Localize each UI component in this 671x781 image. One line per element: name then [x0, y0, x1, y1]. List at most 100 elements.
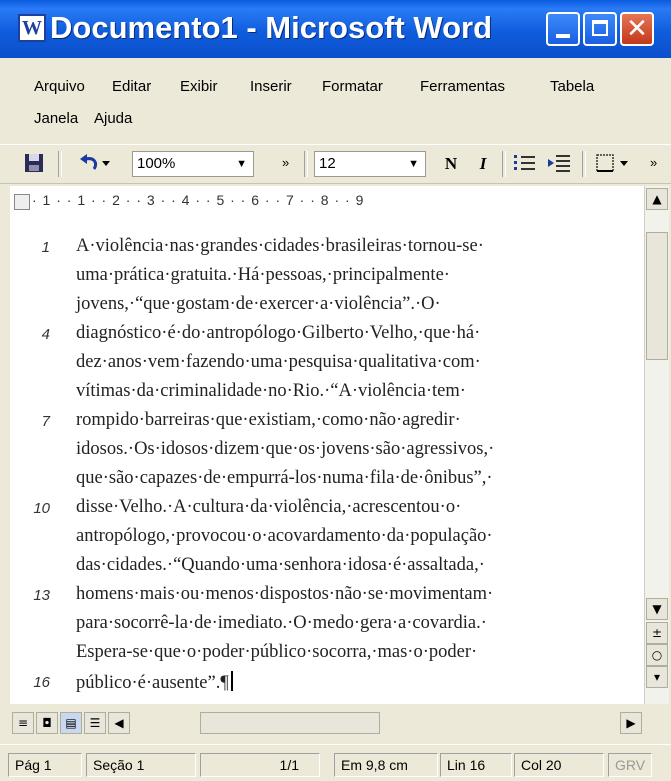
- close-icon: ✕: [626, 14, 648, 44]
- menu-janela[interactable]: Janela: [34, 110, 78, 127]
- toolbar-options-icon[interactable]: »: [282, 151, 300, 177]
- text-line[interactable]: para·socorrê-la·de·imediato.·O·medo·gera…: [76, 613, 487, 634]
- text-line[interactable]: vítimas·da·criminalidade·no·Rio.·“A·viol…: [76, 381, 466, 402]
- text-line[interactable]: público·é·ausente”.¶: [76, 671, 233, 694]
- text-line-content: que·são·capazes·de·empurrá-los·numa·fila…: [76, 468, 493, 488]
- status-rec[interactable]: GRV: [608, 753, 652, 777]
- font-size-combo[interactable]: 12 ▼: [314, 151, 426, 177]
- undo-button[interactable]: [72, 151, 116, 177]
- text-line-content: diagnóstico·é·do·antropólogo·Gilberto·Ve…: [76, 323, 481, 343]
- outline-view-button[interactable]: ☰: [84, 712, 106, 734]
- minimize-icon: [556, 34, 570, 38]
- text-cursor: [230, 671, 233, 691]
- word-icon: W: [18, 14, 46, 42]
- line-number: 4: [41, 326, 50, 343]
- text-line-content: uma·prática·gratuita.·Há·pessoas,·princi…: [76, 265, 450, 285]
- status-position: Em 9,8 cm: [334, 753, 438, 777]
- line-number: 1: [41, 239, 50, 256]
- menu-arquivo[interactable]: Arquivo: [34, 78, 85, 95]
- undo-icon: [80, 154, 110, 170]
- text-line-content: vítimas·da·criminalidade·no·Rio.·“A·viol…: [76, 381, 466, 401]
- menu-bar: Arquivo Editar Exibir Inserir Formatar F…: [0, 60, 671, 145]
- text-line[interactable]: idosos.·Os·idosos·dizem·que·os·jovens·sã…: [76, 439, 494, 460]
- menu-formatar[interactable]: Formatar: [322, 78, 383, 95]
- bold-button[interactable]: N: [440, 151, 462, 177]
- text-line[interactable]: diagnóstico·é·do·antropólogo·Gilberto·Ve…: [76, 323, 480, 344]
- menu-inserir[interactable]: Inserir: [250, 78, 292, 95]
- tab-selector-icon[interactable]: [14, 194, 30, 210]
- text-line-content: dez·anos·vem·fazendo·uma·pesquisa·qualit…: [76, 352, 481, 372]
- chevron-down-icon: ▼: [236, 158, 247, 170]
- previous-page-button[interactable]: ±: [646, 622, 668, 644]
- select-browse-object-button[interactable]: ○: [646, 644, 668, 666]
- text-line[interactable]: uma·prática·gratuita.·Há·pessoas,·princi…: [76, 265, 450, 286]
- toolbar-separator: [304, 151, 308, 177]
- zoom-value: 100%: [137, 155, 176, 172]
- title-bar: W Documento1 - Microsoft Word ✕: [0, 0, 671, 58]
- numbering-button[interactable]: [512, 151, 540, 177]
- menu-editar[interactable]: Editar: [112, 78, 151, 95]
- toolbar-separator: [58, 151, 62, 177]
- text-line-content: das·cidades.·“Quando·uma·senhora·idosa·é…: [76, 555, 485, 575]
- next-page-button[interactable]: ▾: [646, 666, 668, 688]
- maximize-button[interactable]: [583, 12, 617, 46]
- vertical-scrollbar[interactable]: ▲ ▼ ± ○ ▾: [644, 186, 669, 704]
- close-button[interactable]: ✕: [620, 12, 654, 46]
- web-layout-view-button[interactable]: ◘: [36, 712, 58, 734]
- status-bar: Pág 1 Seção 1 1/1 Em 9,8 cm Lin 16 Col 2…: [0, 744, 671, 781]
- scroll-up-button[interactable]: ▲: [646, 188, 668, 210]
- chevron-down-icon: ▼: [408, 158, 419, 170]
- status-line: Lin 16: [440, 753, 512, 777]
- status-section: Seção 1: [86, 753, 196, 777]
- indent-icon: [548, 155, 570, 172]
- text-line-content: público·é·ausente”.¶: [76, 673, 229, 693]
- text-line-content: disse·Velho.·A·cultura·da·violência,·acr…: [76, 497, 462, 517]
- line-number: 10: [33, 500, 50, 517]
- font-size-value: 12: [319, 155, 336, 172]
- numbered-list-icon: [514, 155, 535, 170]
- minimize-button[interactable]: [546, 12, 580, 46]
- menu-exibir[interactable]: Exibir: [180, 78, 218, 95]
- floppy-icon: [25, 154, 43, 172]
- menu-tabela[interactable]: Tabela: [550, 78, 594, 95]
- normal-view-button[interactable]: ≡: [12, 712, 34, 734]
- horizontal-scroll-thumb[interactable]: [200, 712, 380, 734]
- menu-ajuda[interactable]: Ajuda: [94, 110, 132, 127]
- scroll-right-button[interactable]: ▶: [620, 712, 642, 734]
- text-line[interactable]: das·cidades.·“Quando·uma·senhora·idosa·é…: [76, 555, 485, 576]
- scroll-thumb[interactable]: [646, 232, 668, 360]
- text-line-content: Espera-se·que·o·poder·público·socorra,·m…: [76, 642, 478, 662]
- status-column: Col 20: [514, 753, 604, 777]
- window-title: Documento1 - Microsoft Word: [50, 10, 493, 45]
- text-line[interactable]: jovens,·“que·gostam·de·exercer·a·violênc…: [76, 294, 441, 315]
- line-number: 7: [41, 413, 50, 430]
- text-line[interactable]: dez·anos·vem·fazendo·uma·pesquisa·qualit…: [76, 352, 481, 373]
- text-line[interactable]: Espera-se·que·o·poder·público·socorra,·m…: [76, 642, 477, 663]
- print-layout-view-button[interactable]: ▤: [60, 712, 82, 734]
- horizontal-scrollbar-area: ≡ ◘ ▤ ☰ ◀ ▶: [0, 708, 671, 738]
- scroll-left-button[interactable]: ◀: [108, 712, 130, 734]
- maximize-icon: [592, 20, 608, 36]
- menu-ferramentas[interactable]: Ferramentas: [420, 78, 505, 95]
- document-area[interactable]: 1 A·violência·nas·grandes·cidades·brasile…: [10, 218, 644, 704]
- text-line[interactable]: rompido·barreiras·que·existiam,·como·não…: [76, 410, 461, 431]
- scroll-down-button[interactable]: ▼: [646, 598, 668, 620]
- text-line[interactable]: que·são·capazes·de·empurrá-los·numa·fila…: [76, 468, 493, 489]
- line-number: 16: [33, 674, 50, 691]
- text-line[interactable]: antropólogo,·provocou·o·acovardamento·da…: [76, 526, 493, 547]
- ruler-ticks: · 1 · · 1 · · 2 · · 3 · · 4 · · 5 · · 6 …: [32, 192, 365, 208]
- zoom-combo[interactable]: 100% ▼: [132, 151, 254, 177]
- status-pages: 1/1: [200, 753, 320, 777]
- line-number: 13: [33, 587, 50, 604]
- borders-button[interactable]: [594, 151, 636, 177]
- text-line-content: antropólogo,·provocou·o·acovardamento·da…: [76, 526, 493, 546]
- horizontal-ruler[interactable]: · 1 · · 1 · · 2 · · 3 · · 4 · · 5 · · 6 …: [10, 186, 644, 219]
- save-button[interactable]: [22, 151, 48, 177]
- text-line[interactable]: homens·mais·ou·menos·dispostos·não·se·mo…: [76, 584, 493, 605]
- italic-button[interactable]: I: [472, 151, 494, 177]
- text-line[interactable]: disse·Velho.·A·cultura·da·violência,·acr…: [76, 497, 461, 518]
- text-line-content: A·violência·nas·grandes·cidades·brasilei…: [76, 236, 484, 256]
- increase-indent-button[interactable]: [546, 151, 574, 177]
- toolbar-options-icon[interactable]: »: [650, 151, 668, 177]
- text-line[interactable]: A·violência·nas·grandes·cidades·brasilei…: [76, 236, 484, 257]
